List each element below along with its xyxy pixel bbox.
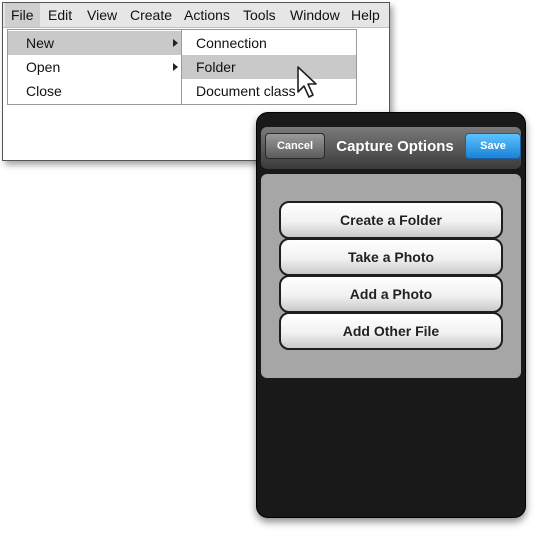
page-title: Capture Options	[336, 138, 454, 155]
phone-frame: Cancel Capture Options Save Create a Fol…	[256, 112, 526, 518]
take-photo-button[interactable]: Take a Photo	[279, 238, 503, 276]
mouse-pointer-icon	[297, 66, 317, 98]
submenu-arrow-icon	[173, 39, 178, 47]
save-button[interactable]: Save	[465, 133, 521, 159]
navigation-bar: Cancel Capture Options Save	[261, 127, 521, 169]
menu-window[interactable]: Window	[284, 3, 346, 27]
file-dropdown: New Open Close	[7, 29, 185, 105]
submenu-document-class[interactable]: Document class	[182, 79, 356, 103]
submenu-connection-label: Connection	[196, 35, 267, 51]
submenu-arrow-icon	[173, 63, 178, 71]
cancel-button[interactable]: Cancel	[265, 133, 325, 159]
capture-options-panel: Create a Folder Take a Photo Add a Photo…	[261, 174, 521, 378]
menu-tools[interactable]: Tools	[237, 3, 282, 27]
menu-bar: File Edit View Create Actions Tools Wind…	[3, 3, 389, 28]
file-menu-open[interactable]: Open	[8, 55, 184, 79]
new-submenu: Connection Folder Document class	[181, 29, 357, 105]
submenu-connection[interactable]: Connection	[182, 31, 356, 55]
submenu-folder-label: Folder	[196, 59, 236, 75]
menu-file[interactable]: File	[5, 3, 40, 27]
menu-view[interactable]: View	[81, 3, 123, 27]
add-photo-button[interactable]: Add a Photo	[279, 275, 503, 313]
menu-edit[interactable]: Edit	[42, 3, 78, 27]
file-menu-close-label: Close	[26, 83, 62, 99]
menu-create[interactable]: Create	[124, 3, 178, 27]
menu-actions[interactable]: Actions	[178, 3, 236, 27]
submenu-document-class-label: Document class	[196, 83, 296, 99]
file-menu-open-label: Open	[26, 59, 61, 75]
submenu-folder[interactable]: Folder	[182, 55, 356, 79]
add-other-file-button[interactable]: Add Other File	[279, 312, 503, 350]
file-menu-new[interactable]: New	[8, 31, 184, 55]
file-menu-new-label: New	[26, 35, 55, 51]
menu-help[interactable]: Help	[345, 3, 386, 27]
file-menu-close[interactable]: Close	[8, 79, 184, 103]
create-folder-button[interactable]: Create a Folder	[279, 201, 503, 239]
